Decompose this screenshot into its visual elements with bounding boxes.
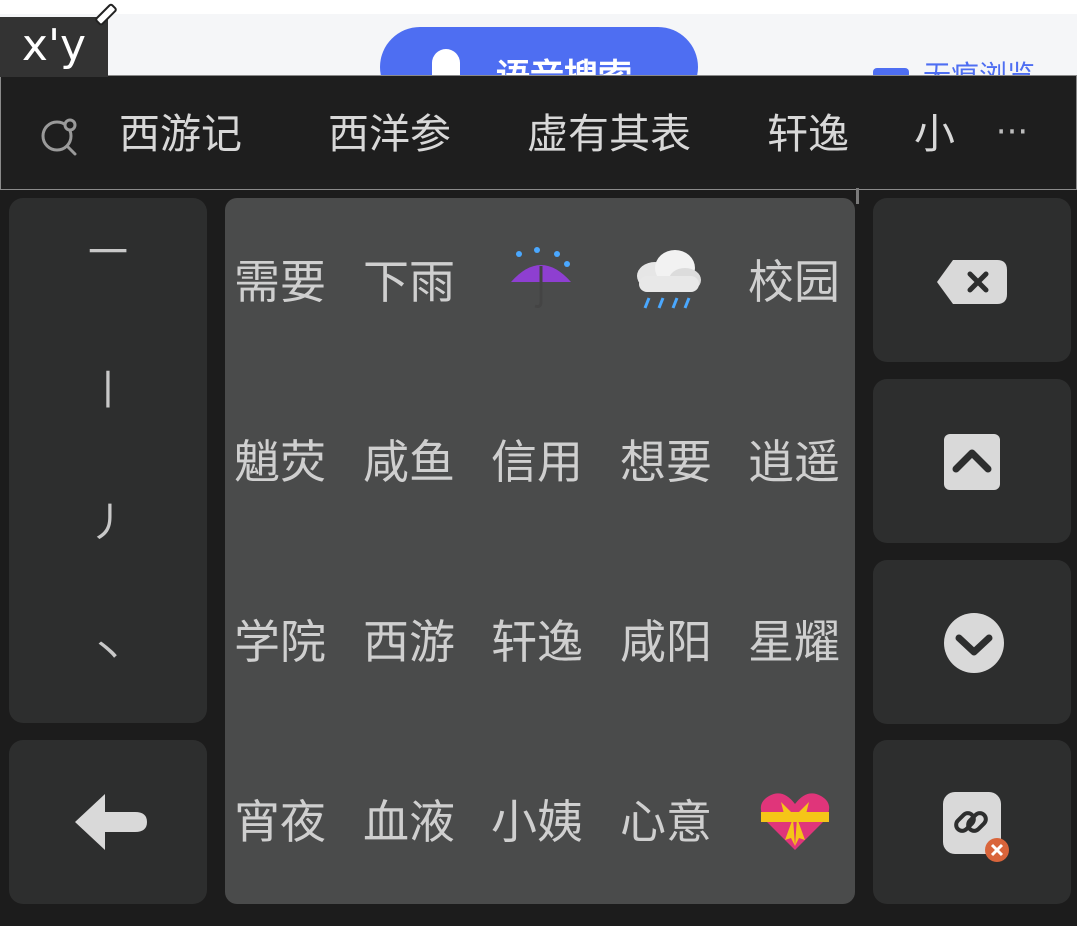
- word-cell[interactable]: 下雨: [349, 252, 469, 312]
- candidate-bar: 西游记 西洋参 虚有其表 轩逸 小 ···: [0, 75, 1077, 190]
- word-cell[interactable]: 学院: [220, 612, 340, 672]
- candidate-1[interactable]: 西游记: [119, 106, 242, 162]
- page-down-key[interactable]: [873, 560, 1071, 724]
- word-cell[interactable]: 逍遥: [734, 432, 854, 492]
- back-key[interactable]: [9, 740, 207, 904]
- word-grid: 需要 下雨 校园 魈荧 咸鱼 信用 想要 逍遥 学院 西游 轩逸 咸阳 星耀 宵…: [225, 198, 855, 904]
- word-cell[interactable]: 血液: [349, 792, 469, 852]
- word-cell[interactable]: 校园: [734, 252, 854, 312]
- link-icon: [943, 792, 1009, 862]
- search-icon[interactable]: [39, 116, 79, 156]
- word-cell[interactable]: 西游: [349, 612, 469, 672]
- backspace-icon: [937, 260, 1007, 304]
- cloud-with-rain-emoji[interactable]: [631, 246, 705, 314]
- word-cell[interactable]: 轩逸: [477, 612, 597, 672]
- stroke-key-shu[interactable]: 丨: [9, 366, 207, 416]
- word-cell[interactable]: 想要: [606, 432, 726, 492]
- link-key[interactable]: [873, 740, 1071, 904]
- word-cell[interactable]: 魈荧: [220, 432, 340, 492]
- word-cell[interactable]: 信用: [477, 432, 597, 492]
- candidate-5[interactable]: 小: [914, 106, 955, 162]
- page-up-key[interactable]: [873, 379, 1071, 543]
- candidate-2[interactable]: 西洋参: [328, 106, 451, 162]
- back-arrow-icon: [75, 794, 147, 850]
- heart-with-ribbon-emoji[interactable]: [759, 788, 831, 854]
- word-cell[interactable]: 咸阳: [606, 612, 726, 672]
- chevron-down-icon: [944, 613, 1004, 673]
- delete-key[interactable]: [873, 198, 1071, 362]
- background-page-top: [0, 0, 1077, 14]
- word-cell[interactable]: 需要: [220, 252, 340, 312]
- word-cell[interactable]: 心意: [606, 792, 726, 852]
- chevron-up-icon: [944, 434, 1000, 490]
- word-cell[interactable]: 星耀: [734, 612, 854, 672]
- stroke-key-pie[interactable]: 丿: [9, 498, 207, 548]
- stroke-keys-panel: 一 丨 丿 丶: [9, 198, 207, 723]
- pencil-icon[interactable]: [92, 2, 120, 30]
- candidate-4[interactable]: 轩逸: [767, 106, 849, 162]
- more-candidates-button[interactable]: ···: [991, 106, 1033, 162]
- stroke-key-heng[interactable]: 一: [9, 228, 207, 278]
- cursor-marker: [856, 188, 859, 204]
- umbrella-with-rain-emoji[interactable]: [507, 246, 575, 310]
- candidate-3[interactable]: 虚有其表: [527, 106, 691, 162]
- word-cell[interactable]: 咸鱼: [349, 432, 469, 492]
- word-cell[interactable]: 宵夜: [220, 792, 340, 852]
- stroke-key-dian[interactable]: 丶: [9, 628, 207, 678]
- word-cell[interactable]: 小姨: [477, 792, 597, 852]
